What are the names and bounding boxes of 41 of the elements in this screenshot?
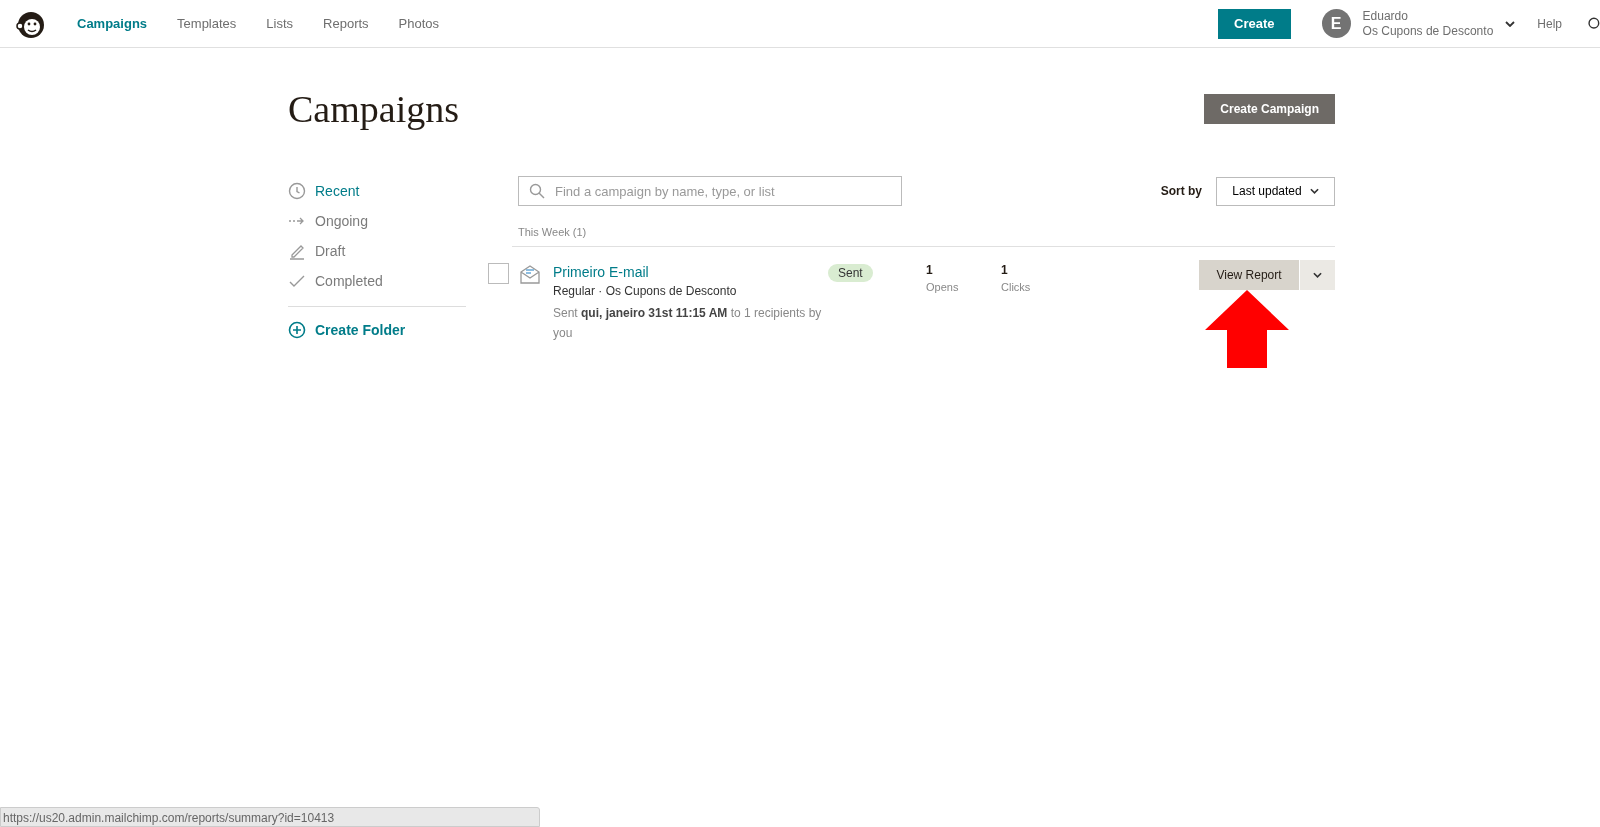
sidebar-item[interactable]: Recent (288, 176, 466, 206)
campaign-name-link[interactable]: Primeiro E-mail (553, 263, 828, 281)
up-arrow-icon (1205, 290, 1289, 368)
avatar[interactable]: E (1321, 9, 1351, 38)
nav-tab[interactable]: Photos (398, 16, 440, 31)
sidebar-item[interactable]: Draft (288, 236, 466, 266)
clicks-count: 1 (1001, 263, 1009, 277)
nav-tab[interactable]: Reports (323, 16, 369, 31)
plus-circle-icon (288, 321, 306, 339)
campaign-type: Regular · Os Cupons de Desconto (553, 284, 738, 298)
page-title: Campaigns (288, 87, 459, 131)
opens-count: 1 (926, 263, 934, 277)
account-organization: Os Cupons de Desconto (1362, 23, 1494, 39)
chevron-down-icon[interactable] (1505, 20, 1516, 27)
chevron-down-icon (1313, 272, 1322, 278)
search-icon[interactable] (1586, 15, 1600, 32)
search-field[interactable]: Find a campaign by name, type, or list (518, 176, 902, 206)
clicks-label: Clicks (1001, 281, 1032, 293)
view-report-button[interactable]: View Report (1199, 260, 1299, 290)
sidebar-item[interactable]: Ongoing (288, 206, 466, 236)
group-heading: This Week (1) (518, 226, 588, 238)
clock-icon (288, 182, 306, 200)
checkbox[interactable] (488, 263, 509, 284)
create-button[interactable]: Create (1218, 8, 1291, 39)
nav-tab[interactable]: Lists (266, 16, 294, 31)
create-folder-link[interactable]: Create Folder (288, 321, 466, 339)
nav-tab[interactable]: Campaigns (77, 16, 148, 31)
campaign-sent-details: Sent qui, janeiro 31st 11:15 AM to 1 recipients by you (553, 305, 823, 342)
chevron-down-icon (1309, 188, 1319, 194)
sort-dropdown[interactable]: Last updated (1216, 176, 1335, 206)
envelope-icon (519, 263, 541, 285)
create-campaign-button[interactable]: Create Campaign (1204, 94, 1335, 124)
account-name: Eduardo (1362, 8, 1409, 24)
opens-label: Opens (926, 281, 960, 293)
status-bar-url: https://us20.admin.mailchimp.com/reports/summary?id=10413 (0, 807, 540, 827)
help-link[interactable]: Help (1537, 16, 1562, 31)
sort-label: Sort by (1160, 184, 1202, 198)
search-icon (529, 183, 545, 199)
status-badge: Sent (828, 264, 873, 282)
sidebar-item[interactable]: Completed (288, 266, 466, 296)
nav-tab[interactable]: Templates (177, 16, 237, 31)
